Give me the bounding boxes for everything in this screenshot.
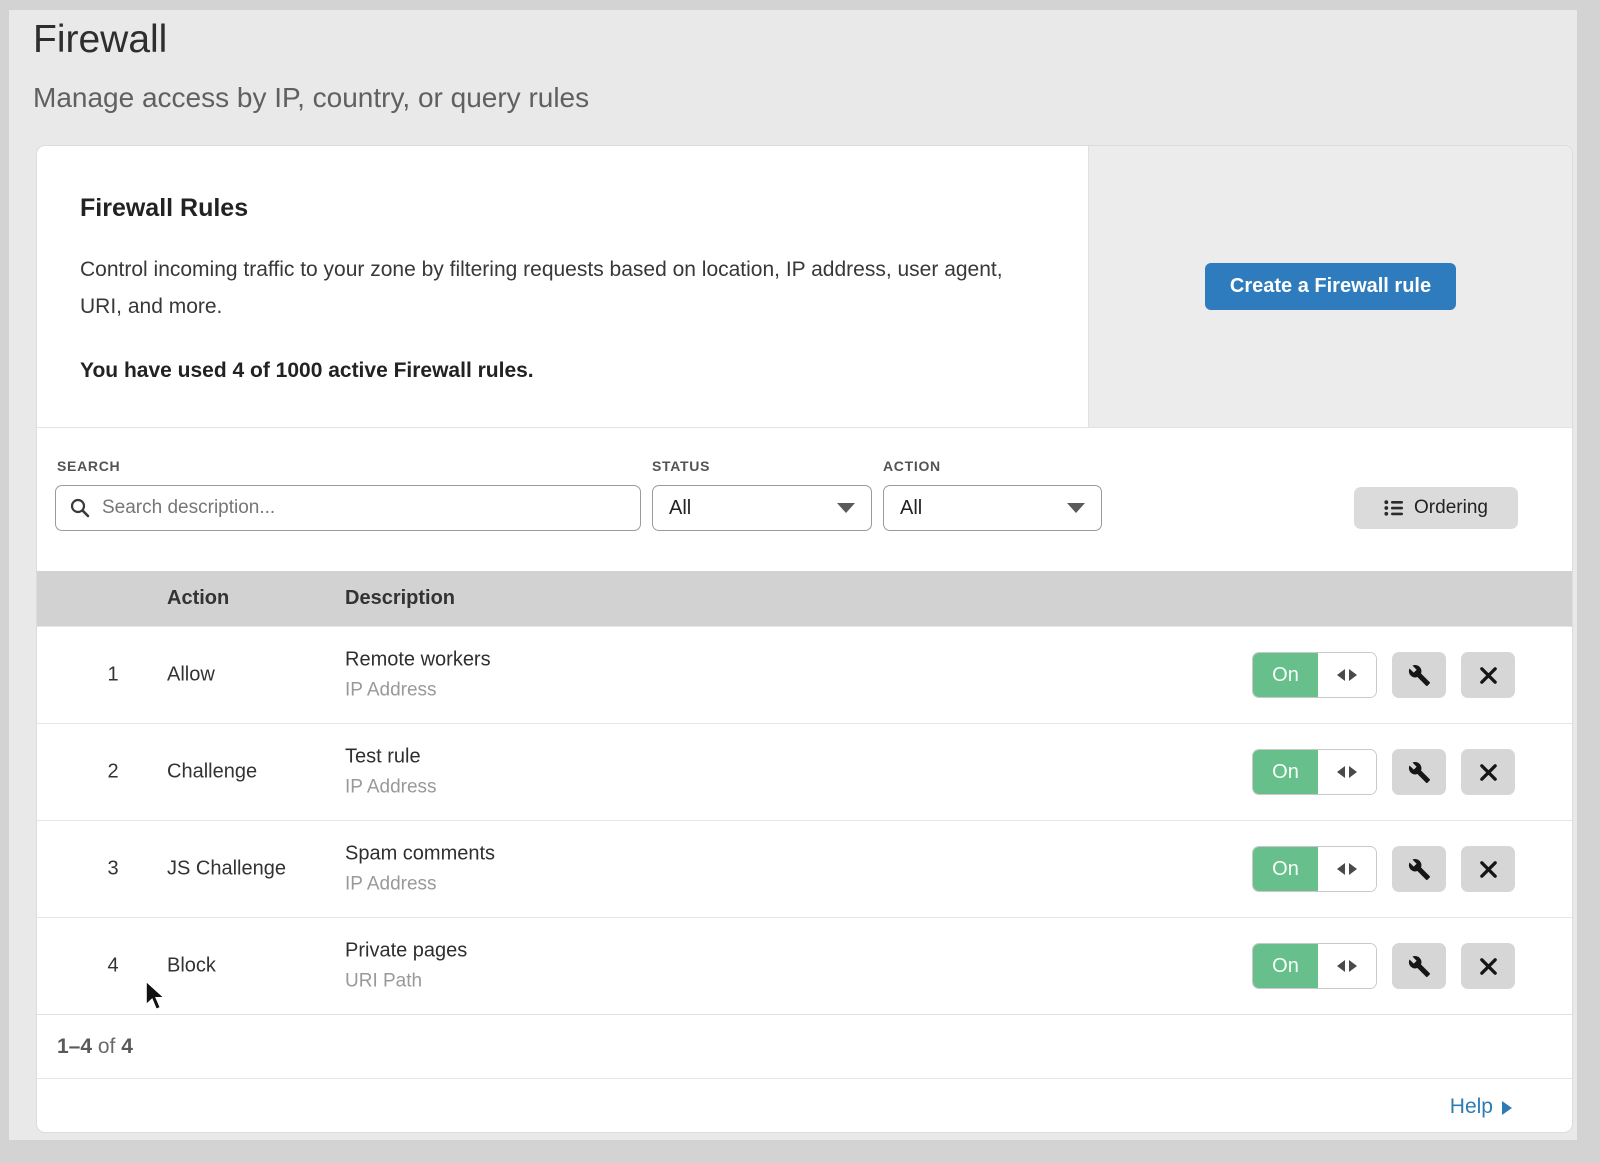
status-select-value: All [669,497,691,520]
toggle-handle[interactable] [1318,944,1376,988]
help-link-label: Help [1450,1095,1493,1119]
rule-description-cell: Private pages URI Path [345,940,467,993]
edit-rule-button[interactable] [1392,846,1446,892]
arrow-left-icon [1337,766,1345,778]
close-icon [1478,956,1499,977]
status-select[interactable]: All [652,485,872,531]
card-intro-text: Firewall Rules Control incoming traffic … [37,146,1088,427]
rule-description: Remote workers [345,649,491,672]
search-input[interactable] [55,485,641,531]
chevron-down-icon [837,503,855,513]
toggle-handle[interactable] [1318,653,1376,697]
page-background: Firewall Manage access by IP, country, o… [9,10,1577,1140]
delete-rule-button[interactable] [1461,943,1515,989]
arrow-right-icon [1349,766,1357,778]
table-row: 2 Challenge Test rule IP Address On [37,723,1572,820]
card-heading: Firewall Rules [80,194,1048,223]
rule-description-cell: Test rule IP Address [345,746,437,799]
close-icon [1478,859,1499,880]
toggle-on-label: On [1253,653,1318,697]
chevron-down-icon [1067,503,1085,513]
arrow-left-icon [1337,863,1345,875]
edit-rule-button[interactable] [1392,943,1446,989]
rule-enabled-toggle[interactable]: On [1252,652,1377,698]
edit-rule-button[interactable] [1392,652,1446,698]
table-row: 1 Allow Remote workers IP Address On [37,626,1572,723]
page-title: Firewall [33,18,167,62]
page-subtitle: Manage access by IP, country, or query r… [33,82,589,114]
action-label: ACTION [883,458,941,474]
rule-priority: 3 [97,858,129,881]
pagination-bar: 1–4 of 4 [37,1014,1572,1078]
rule-action: Allow [167,664,215,687]
toggle-handle[interactable] [1318,750,1376,794]
rule-enabled-toggle[interactable]: On [1252,749,1377,795]
wrench-icon [1408,664,1431,687]
mouse-cursor [143,980,169,1014]
delete-rule-button[interactable] [1461,749,1515,795]
toggle-on-label: On [1253,847,1318,891]
rule-match-type: IP Address [345,680,491,702]
edit-rule-button[interactable] [1392,749,1446,795]
close-icon [1478,665,1499,686]
help-link[interactable]: Help [1450,1095,1512,1119]
rule-match-type: IP Address [345,777,437,799]
rule-description: Private pages [345,940,467,963]
rule-priority: 2 [97,761,129,784]
create-rule-panel: Create a Firewall rule [1088,146,1572,427]
rule-description: Spam comments [345,843,495,866]
rule-enabled-toggle[interactable]: On [1252,943,1377,989]
rule-action: Challenge [167,761,257,784]
arrow-right-icon [1349,863,1357,875]
pagination-range: 1–4 [57,1035,92,1059]
delete-rule-button[interactable] [1461,652,1515,698]
rule-description: Test rule [345,746,437,769]
create-firewall-rule-button[interactable]: Create a Firewall rule [1205,263,1456,310]
ordering-button-label: Ordering [1414,497,1488,519]
action-select-value: All [900,497,922,520]
search-label: SEARCH [57,458,120,474]
arrow-left-icon [1337,669,1345,681]
rule-enabled-toggle[interactable]: On [1252,846,1377,892]
delete-rule-button[interactable] [1461,846,1515,892]
filters-bar: SEARCH STATUS All ACTION All [37,428,1572,571]
table-header: Action Description [37,571,1572,626]
rule-match-type: URI Path [345,971,467,993]
wrench-icon [1408,955,1431,978]
table-row: 3 JS Challenge Spam comments IP Address … [37,820,1572,917]
card-description: Control incoming traffic to your zone by… [80,251,1030,325]
column-header-action: Action [167,587,345,610]
arrow-right-icon [1349,960,1357,972]
rules-usage-text: You have used 4 of 1000 active Firewall … [80,359,1048,383]
wrench-icon [1408,858,1431,881]
help-arrow-icon [1502,1101,1512,1115]
rule-description-cell: Remote workers IP Address [345,649,491,702]
card-intro-section: Firewall Rules Control incoming traffic … [37,146,1572,428]
toggle-handle[interactable] [1318,847,1376,891]
arrow-right-icon [1349,669,1357,681]
wrench-icon [1408,761,1431,784]
toggle-on-label: On [1253,944,1318,988]
list-ordering-icon [1384,499,1404,517]
column-header-description: Description [345,587,455,610]
rule-priority: 1 [97,664,129,687]
rule-action: JS Challenge [167,858,286,881]
toggle-on-label: On [1253,750,1318,794]
search-icon [70,498,90,518]
pagination-of: of [92,1035,121,1059]
firewall-rules-card: Firewall Rules Control incoming traffic … [36,145,1573,1133]
card-footer: Help [37,1078,1572,1134]
close-icon [1478,762,1499,783]
rule-priority: 4 [97,955,129,978]
table-row: 4 Block Private pages URI Path On [37,917,1572,1014]
ordering-button[interactable]: Ordering [1354,487,1518,529]
rule-action: Block [167,955,216,978]
arrow-left-icon [1337,960,1345,972]
rule-description-cell: Spam comments IP Address [345,843,495,896]
rule-match-type: IP Address [345,874,495,896]
pagination-total: 4 [121,1035,133,1059]
search-field-wrap [55,485,641,531]
action-select[interactable]: All [883,485,1102,531]
status-label: STATUS [652,458,710,474]
